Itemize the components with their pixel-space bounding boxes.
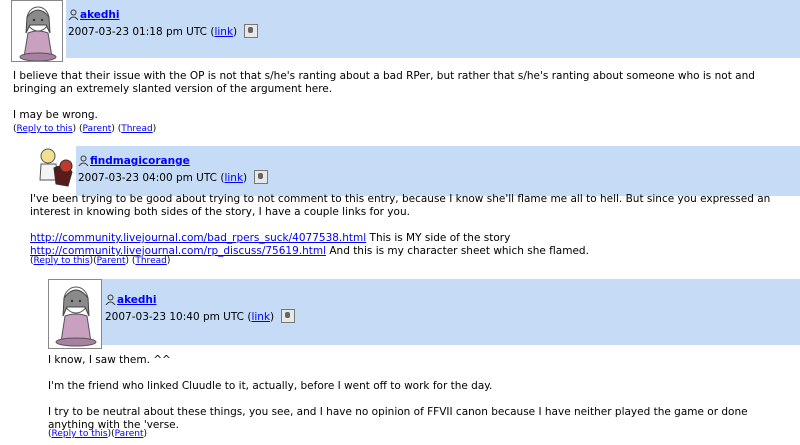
parent-link[interactable]: Parent (115, 429, 144, 439)
comment-actions: (Reply to this)(Parent) (48, 429, 147, 439)
timestamp: 2007-03-23 01:18 pm UTC (68, 26, 208, 38)
permalink[interactable]: link (224, 172, 243, 184)
user-icon (105, 294, 116, 309)
link-caption: This is MY side of the story (366, 232, 511, 244)
username-link[interactable]: akedhi (80, 9, 120, 21)
comment-body: I know, I saw them. ^^ I'm the friend wh… (48, 354, 788, 445)
avatar[interactable] (11, 0, 63, 62)
parent-link[interactable]: Parent (97, 256, 126, 266)
username-link[interactable]: akedhi (117, 294, 157, 306)
track-comment-icon[interactable] (254, 170, 269, 184)
avatar-character-icon (39, 148, 73, 187)
comment-text: I try to be neutral about these things, … (48, 406, 748, 431)
track-comment-icon[interactable] (281, 309, 296, 323)
comment-text: I've been trying to be good about trying… (30, 193, 771, 218)
avatar[interactable] (48, 279, 102, 349)
permalink[interactable]: link (214, 26, 233, 38)
user-icon (68, 9, 79, 24)
comment-text: I may be wrong. (13, 109, 98, 121)
link-caption: And this is my character sheet which she… (326, 245, 589, 257)
comment-text: I believe that their issue with the OP i… (13, 70, 755, 95)
comment-body: I've been trying to be good about trying… (30, 193, 795, 258)
user-icon (78, 155, 89, 170)
comment-actions: (Reply to this) (Parent) (Thread) (13, 124, 157, 134)
external-link[interactable]: http://community.livejournal.com/bad_rpe… (30, 232, 366, 244)
timestamp: 2007-03-23 04:00 pm UTC (78, 172, 218, 184)
timestamp: 2007-03-23 10:40 pm UTC (105, 311, 245, 323)
avatar-girl-icon (55, 286, 97, 347)
username-link[interactable]: findmagicorange (90, 155, 190, 167)
comment-3: akedhi 2007-03-23 10:40 pm UTC (link) I … (0, 279, 800, 439)
permalink[interactable]: link (251, 311, 270, 323)
avatar[interactable] (36, 146, 76, 191)
parent-link[interactable]: Parent (83, 124, 112, 134)
track-comment-icon[interactable] (244, 24, 259, 38)
reply-link[interactable]: Reply to this (34, 256, 90, 266)
comment-1: akedhi 2007-03-23 01:18 pm UTC (link) I … (0, 0, 800, 140)
comment-text: I know, I saw them. ^^ (48, 354, 171, 366)
reply-link[interactable]: Reply to this (17, 124, 73, 134)
reply-link[interactable]: Reply to this (52, 429, 108, 439)
comment-2: findmagicorange 2007-03-23 04:00 pm UTC … (0, 146, 800, 271)
avatar-girl-icon (19, 6, 57, 61)
comment-actions: (Reply to this)(Parent) (Thread) (30, 256, 171, 266)
thread-link[interactable]: Thread (135, 256, 166, 266)
comment-text: I'm the friend who linked Cluudle to it,… (48, 380, 493, 392)
thread-link[interactable]: Thread (121, 124, 152, 134)
